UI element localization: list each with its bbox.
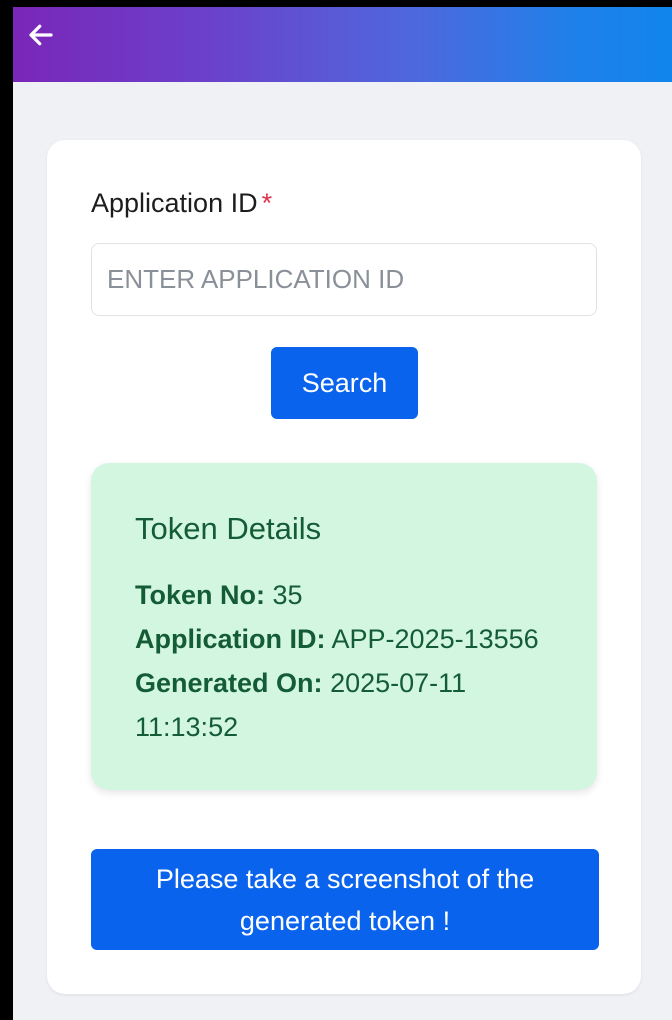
token-details-box: Token Details Token No: 35 Application I… <box>91 463 597 790</box>
token-search-card: Application ID* Search Token Details Tok… <box>47 140 641 994</box>
token-no-label: Token No: <box>135 580 265 610</box>
generated-on-label: Generated On: <box>135 668 323 698</box>
application-id-label-text: Application ID <box>91 188 258 218</box>
application-id-row-label: Application ID: <box>135 624 326 654</box>
search-button[interactable]: Search <box>271 347 418 419</box>
application-id-input[interactable] <box>91 243 597 316</box>
generated-on-row: Generated On: 2025-07-11 <box>135 661 466 705</box>
app-header <box>13 7 672 82</box>
generated-on-time: 11:13:52 <box>135 712 239 742</box>
application-id-label: Application ID * <box>91 188 272 219</box>
token-no-value: 35 <box>272 580 303 610</box>
token-no-row: Token No: 35 <box>135 573 303 617</box>
token-details-title: Token Details <box>135 511 322 546</box>
required-mark: * <box>261 188 273 218</box>
screenshot-notice-text: Please take a screenshot of the generate… <box>155 863 535 936</box>
arrow-left-icon <box>29 24 53 46</box>
app-screen: Application ID* Search Token Details Tok… <box>13 7 672 1020</box>
application-id-value: APP-2025-13556 <box>331 624 539 654</box>
generated-on-time-row: 11:13:52 <box>135 705 238 749</box>
generated-on-date: 2025-07-11 <box>330 668 467 698</box>
application-id-row: Application ID: APP-2025-13556 <box>135 617 539 661</box>
screenshot-notice: Please take a screenshot of the generate… <box>91 849 599 950</box>
back-button[interactable] <box>23 17 59 53</box>
